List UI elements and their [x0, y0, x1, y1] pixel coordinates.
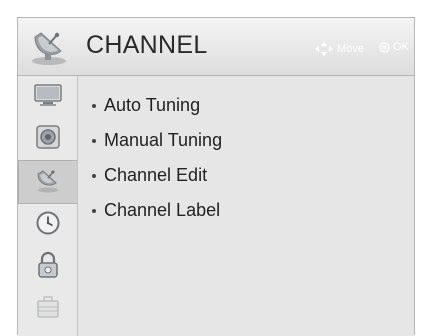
menu-header: CHANNEL Move OK: [18, 18, 414, 76]
padlock-icon: [36, 251, 60, 284]
briefcase-icon: [35, 294, 61, 325]
bullet-icon: [92, 139, 96, 143]
satellite-dish-icon: [27, 25, 71, 67]
sidebar-item-lock[interactable]: [18, 246, 77, 288]
move-hint: Move: [314, 41, 364, 57]
sidebar-item-channel[interactable]: [18, 160, 77, 204]
ok-hint-label: OK: [393, 41, 409, 53]
menu-item-label: Channel Edit: [104, 165, 208, 185]
channel-options-list: Auto Tuning Manual Tuning Channel Edit C…: [78, 76, 414, 336]
menu-item-channel-label[interactable]: Channel Label: [92, 200, 220, 221]
category-sidebar: [18, 76, 78, 336]
menu-item-channel-edit[interactable]: Channel Edit: [92, 165, 207, 186]
move-hint-label: Move: [337, 43, 364, 55]
ok-hint: OK: [379, 41, 409, 53]
satellite-dish-icon: [34, 166, 62, 199]
menu-item-auto-tuning[interactable]: Auto Tuning: [92, 95, 200, 116]
menu-item-label: Channel Label: [104, 200, 221, 220]
sidebar-item-sound[interactable]: [18, 118, 77, 160]
speaker-icon: [35, 124, 61, 155]
page-title: CHANNEL: [86, 31, 208, 59]
ok-circle-icon: [379, 41, 390, 53]
channel-menu-window: CHANNEL Move OK Auto Tuning Manual Tunin…: [17, 17, 415, 336]
bullet-icon: [92, 209, 96, 213]
tv-screen-icon: [33, 83, 63, 112]
sidebar-item-setup[interactable]: [18, 288, 77, 330]
bullet-icon: [92, 174, 96, 178]
menu-item-label: Auto Tuning: [104, 95, 201, 115]
bullet-icon: [92, 104, 96, 108]
sidebar-item-picture[interactable]: [18, 76, 77, 118]
sidebar-item-time[interactable]: [18, 204, 77, 246]
menu-item-label: Manual Tuning: [104, 130, 223, 150]
clock-icon: [35, 210, 61, 241]
dpad-arrows-icon: [314, 41, 334, 57]
menu-item-manual-tuning[interactable]: Manual Tuning: [92, 130, 222, 151]
